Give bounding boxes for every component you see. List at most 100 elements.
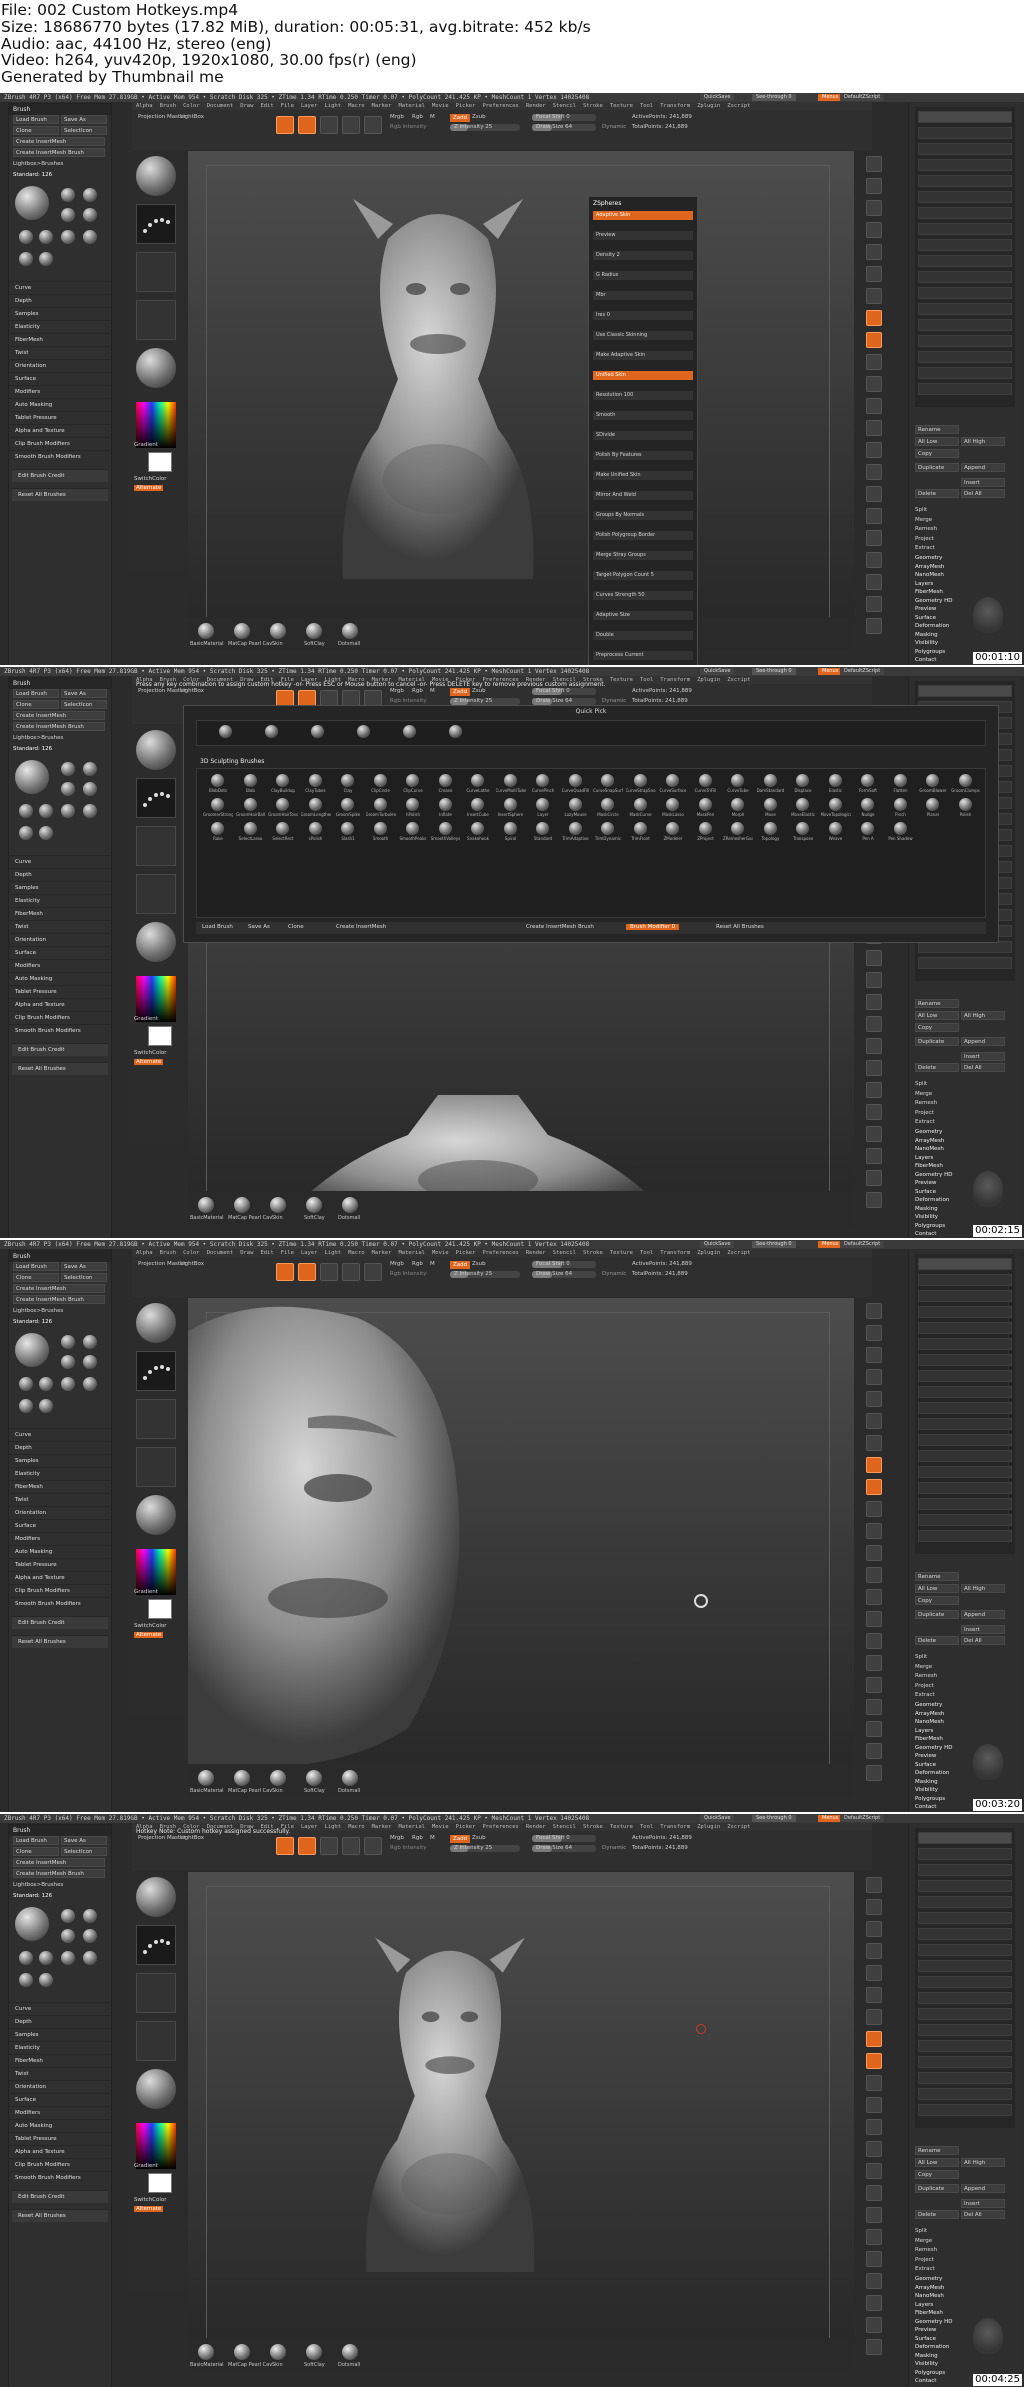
- menu-render[interactable]: Render: [526, 103, 546, 109]
- brush-icon[interactable]: [19, 1377, 33, 1391]
- brush-grid-item[interactable]: ClayTubes: [301, 773, 331, 795]
- menu-file[interactable]: File: [281, 103, 294, 109]
- lightbox-button[interactable]: LightBox: [180, 114, 204, 120]
- brush-section-tablet-pressure[interactable]: Tablet Pressure: [9, 2132, 111, 2145]
- menu-zplugin[interactable]: Zplugin: [697, 1824, 720, 1830]
- material-ball-icon[interactable]: [342, 623, 358, 639]
- view-control-icon[interactable]: [866, 1699, 882, 1715]
- subtool-section-masking[interactable]: Masking: [915, 632, 938, 638]
- view-control-icon[interactable]: [866, 1479, 882, 1495]
- subtool-section-extract[interactable]: Extract: [915, 1119, 935, 1125]
- mrgb-toggle[interactable]: Mrgb: [390, 1835, 404, 1841]
- brush-section-clip-brush-modifiers[interactable]: Clip Brush Modifiers: [9, 1011, 111, 1024]
- brush-grid-item[interactable]: ClipCurve: [398, 773, 428, 795]
- subtool-section-nanomesh[interactable]: NanoMesh: [915, 2293, 944, 2299]
- view-control-icon[interactable]: [866, 1435, 882, 1451]
- select-icon-button[interactable]: SelectIcon: [61, 1847, 107, 1856]
- rgb-intensity-slider[interactable]: Rgb Intensity: [390, 1845, 427, 1851]
- create-insertmesh-brush-button[interactable]: Create InsertMesh Brush: [13, 1295, 105, 1304]
- brush-grid-item[interactable]: CurvePinch: [528, 773, 558, 795]
- subtool-slot[interactable]: [918, 1274, 1012, 1286]
- brush-icon[interactable]: [61, 1909, 75, 1923]
- switch-color-button[interactable]: SwitchColor: [134, 1050, 167, 1056]
- menu-material[interactable]: Material: [399, 103, 426, 109]
- zsphere-option[interactable]: Curves Strength 50: [593, 591, 693, 600]
- brush-section-auto-masking[interactable]: Auto Masking: [9, 398, 111, 411]
- alternate-button[interactable]: Alternate: [134, 485, 164, 491]
- material-ball-icon[interactable]: [306, 1770, 322, 1786]
- subtool-section-project[interactable]: Project: [915, 1683, 934, 1689]
- reset-all-brushes-button[interactable]: Reset All Brushes: [12, 2209, 108, 2222]
- subtool-section-deformation[interactable]: Deformation: [915, 623, 949, 629]
- rgb-intensity-slider[interactable]: Rgb Intensity: [390, 698, 427, 704]
- subtool-slot[interactable]: [918, 1928, 1012, 1940]
- menu-picker[interactable]: Picker: [456, 103, 476, 109]
- brush-grid-item[interactable]: ClipCircle: [366, 773, 396, 795]
- brush-grid-item[interactable]: MoveTopological: [821, 797, 851, 819]
- subtool-slot[interactable]: [918, 1864, 1012, 1876]
- menu-stencil[interactable]: Stencil: [553, 1250, 576, 1256]
- brush-grid-item[interactable]: Smooth: [366, 821, 396, 843]
- duplicate-button[interactable]: Duplicate: [915, 463, 959, 472]
- subtool-section-preview[interactable]: Preview: [915, 1753, 936, 1759]
- material-ball-icon[interactable]: [198, 1197, 214, 1213]
- subtool-section-arraymesh[interactable]: ArrayMesh: [915, 1711, 944, 1717]
- view-control-icon[interactable]: [866, 508, 882, 524]
- subtool-slot[interactable]: [918, 1960, 1012, 1972]
- main-color-swatch[interactable]: [148, 1599, 172, 1619]
- brush-icon[interactable]: [61, 1335, 75, 1349]
- zsphere-option[interactable]: Make Unified Skin: [593, 471, 693, 480]
- subtool-slot[interactable]: [918, 159, 1012, 171]
- brush-grid-item[interactable]: CurveLathe: [463, 773, 493, 795]
- view-control-icon[interactable]: [866, 972, 882, 988]
- subtool-slot[interactable]: [918, 1976, 1012, 1988]
- menu-zscript[interactable]: Zscript: [727, 103, 750, 109]
- switch-color-button[interactable]: SwitchColor: [134, 2197, 167, 2203]
- default-zscript-button[interactable]: DefaultZScript: [840, 94, 885, 101]
- subtool-section-contact[interactable]: Contact: [915, 2378, 936, 2384]
- subtool-slot[interactable]: [918, 335, 1012, 347]
- view-control-icon[interactable]: [866, 200, 882, 216]
- move-mode-button[interactable]: [320, 1837, 338, 1855]
- view-control-icon[interactable]: [866, 2295, 882, 2311]
- material-ball-icon[interactable]: [342, 2344, 358, 2360]
- menu-marker[interactable]: Marker: [372, 1824, 392, 1830]
- brush-icon[interactable]: [39, 1377, 53, 1391]
- brush-icon[interactable]: [19, 1973, 33, 1987]
- zsphere-option[interactable]: Density 2: [593, 251, 693, 260]
- rgb-toggle[interactable]: Rgb: [412, 1261, 423, 1267]
- alpha-thumb-icon[interactable]: [136, 1973, 176, 2013]
- brush-grid-item[interactable]: Clay: [333, 773, 363, 795]
- brush-icon[interactable]: [83, 804, 97, 818]
- material-ball-icon[interactable]: [234, 1197, 250, 1213]
- stroke-thumb-icon[interactable]: [136, 1925, 176, 1965]
- subtool-slot[interactable]: [918, 2024, 1012, 2036]
- subtool-slot[interactable]: [918, 1466, 1012, 1478]
- subtool-section-fibermesh[interactable]: FiberMesh: [915, 1163, 943, 1169]
- subtool-slot[interactable]: [918, 1530, 1012, 1542]
- subtool-slot[interactable]: [918, 957, 1012, 969]
- zsphere-option[interactable]: Resolution 100: [593, 391, 693, 400]
- menu-preferences[interactable]: Preferences: [482, 103, 518, 109]
- texture-thumb-icon[interactable]: [136, 2021, 176, 2061]
- zsphere-option[interactable]: Polish By Features: [593, 451, 693, 460]
- brush-icon[interactable]: [83, 782, 97, 796]
- menu-render[interactable]: Render: [526, 1824, 546, 1830]
- see-through-slider[interactable]: See-through 0: [752, 1815, 796, 1822]
- main-color-swatch[interactable]: [148, 1026, 172, 1046]
- insert-button[interactable]: Insert: [961, 1625, 1005, 1634]
- create-insertmesh-brush-button[interactable]: Create InsertMesh Brush: [13, 148, 105, 157]
- draw-mode-button[interactable]: [298, 116, 316, 134]
- material-ball-icon[interactable]: [306, 1197, 322, 1213]
- brush-grid-item[interactable]: GroomClumps: [951, 773, 981, 795]
- menu-transform[interactable]: Transform: [660, 1250, 690, 1256]
- view-control-icon[interactable]: [866, 2097, 882, 2113]
- menu-stroke[interactable]: Stroke: [583, 1824, 603, 1830]
- menu-render[interactable]: Render: [526, 1250, 546, 1256]
- menu-document[interactable]: Document: [207, 1250, 234, 1256]
- zsphere-option[interactable]: Unified Skin: [593, 371, 693, 380]
- menu-tool[interactable]: Tool: [640, 1824, 653, 1830]
- all-low-button[interactable]: All Low: [915, 1584, 959, 1593]
- menu-macro[interactable]: Macro: [348, 1250, 365, 1256]
- subtool-section-remesh[interactable]: Remesh: [915, 2247, 937, 2253]
